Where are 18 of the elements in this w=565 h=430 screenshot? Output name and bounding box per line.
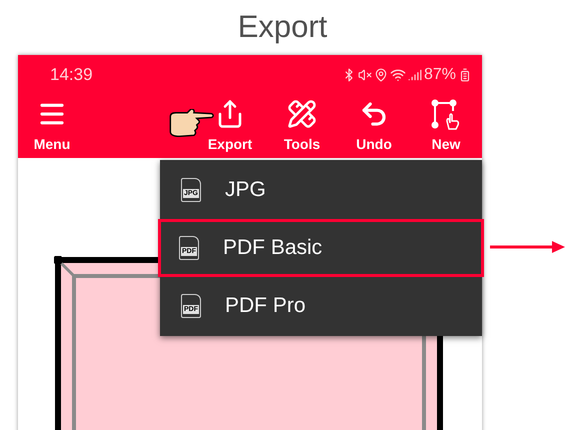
menu-item-label: PDF Pro [225, 293, 306, 320]
battery-level: 87% [424, 65, 456, 85]
toolbar-button[interactable]: New [410, 99, 482, 155]
toolbar-button[interactable]: Menu [24, 99, 80, 155]
menu-item-label: PDF Basic [223, 235, 322, 262]
wifi-icon [390, 67, 406, 83]
menu-item-label: JPG [225, 177, 266, 204]
mute-icon [358, 68, 372, 82]
signal-icon [408, 68, 422, 82]
page-title: Export [238, 8, 328, 46]
battery-icon [458, 68, 472, 82]
pencil-ruler-icon [287, 99, 317, 129]
shape-hand-icon [431, 99, 461, 131]
toolbar-button[interactable]: Export [194, 99, 266, 155]
toolbar-button[interactable]: Tools [266, 99, 338, 155]
location-icon [374, 68, 388, 82]
status-time: 14:39 [50, 64, 93, 86]
toolbar-button[interactable]: Undo [338, 99, 410, 155]
